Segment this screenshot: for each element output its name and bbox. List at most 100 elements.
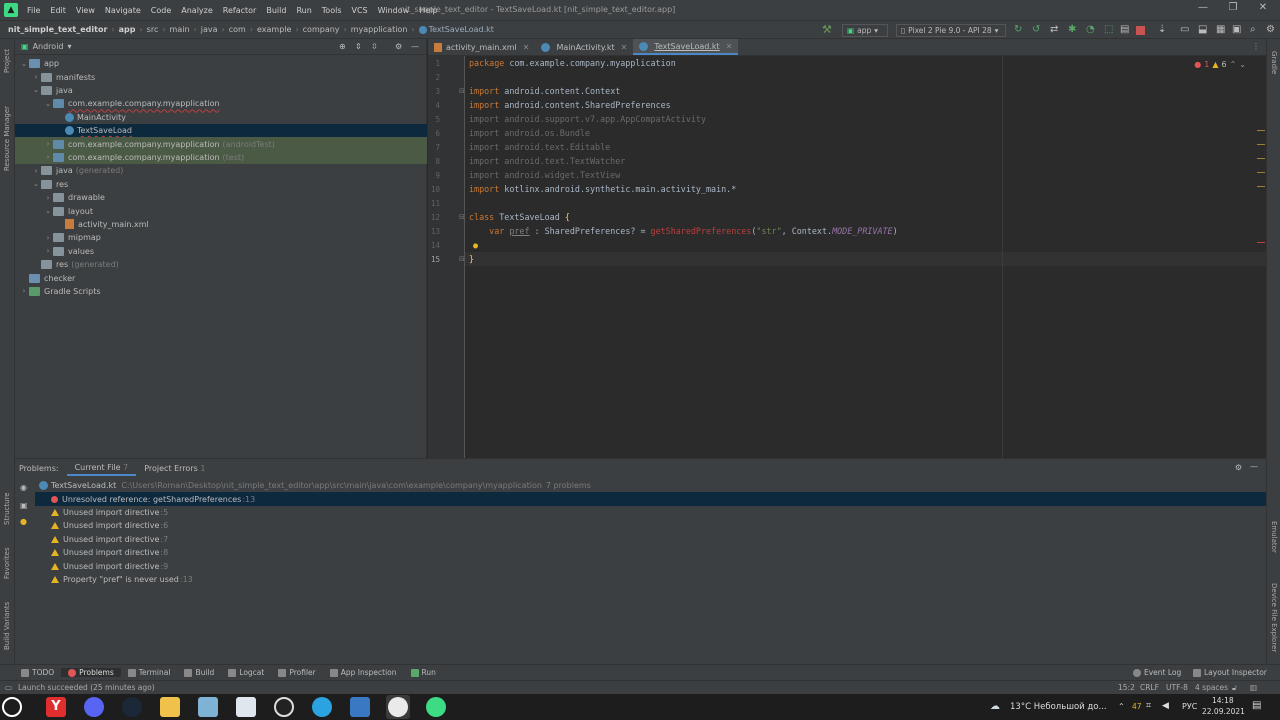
tree-item-values[interactable]: › values [15,245,427,258]
tool-app-inspection[interactable]: App Inspection [323,668,404,677]
chevron-down-icon[interactable]: ⌄ [1239,60,1246,69]
tree-item-manifests[interactable]: › manifests [15,70,427,83]
hammer-icon[interactable]: ⚒ [822,23,833,36]
tree-item-layout[interactable]: ⌄ layout [15,204,427,217]
close-icon[interactable]: ✕ [523,43,530,52]
problem-item[interactable]: Unused import directive:8 [35,546,1266,559]
preview-icon[interactable]: ▣ [20,501,28,510]
caret-position[interactable]: 15:2 [1118,683,1135,692]
menu-refactor[interactable]: Refactor [218,6,262,15]
tray-count[interactable]: 47 [1132,702,1142,711]
eye-icon[interactable]: ◉ [20,483,27,492]
crumb-myapplication[interactable]: myapplication [351,25,408,34]
tree-item-package[interactable]: ⌄ com.example.company.myapplication [15,97,427,110]
crumb-app[interactable]: app [119,25,136,34]
menu-edit[interactable]: Edit [45,6,71,15]
apply-code-changes-icon[interactable]: ⇄ [1050,24,1061,35]
favorites-tool-tab[interactable]: Favorites [3,547,11,579]
lightbulb-icon[interactable]: ● [20,517,27,526]
volume-icon[interactable]: ◀ [1162,701,1169,711]
collapse-all-icon[interactable]: ⇳ [371,42,378,51]
structure-icon[interactable]: ▦ [1216,24,1227,35]
menu-code[interactable]: Code [146,6,176,15]
attach-debugger-icon[interactable]: ⬚ [1104,24,1115,35]
tree-item-java[interactable]: ⌄ java [15,84,427,97]
problem-item[interactable]: Unused import directive:6 [35,519,1266,532]
notepad-icon[interactable] [198,697,218,717]
tab-project-errors[interactable]: Project Errors 1 [136,462,213,475]
network-icon[interactable]: ⌗ [1146,701,1151,711]
warning-stripe[interactable] [1257,158,1265,159]
stop-icon[interactable] [1136,26,1145,35]
device-file-explorer-tool-tab[interactable]: Device File Explorer [1270,583,1278,652]
expand-all-icon[interactable]: ⇕ [355,42,362,51]
chevron-up-icon[interactable]: ⌃ [1230,60,1237,69]
fold-icon[interactable]: ⊟ [459,255,465,263]
tool-layout-inspector[interactable]: Layout Inspector [1186,668,1274,677]
warning-stripe[interactable] [1257,186,1265,187]
tool-event-log[interactable]: Event Log [1126,668,1188,677]
crumb-main[interactable]: main [170,25,190,34]
tree-item-activity-main-xml[interactable]: activity_main.xml [15,218,427,231]
project-view-select[interactable]: Android [33,42,64,51]
rerun-icon[interactable]: ↻ [1014,24,1025,35]
clock-date[interactable]: 22.09.2021 [1202,707,1245,716]
tree-item-res[interactable]: ⌄ res [15,178,427,191]
tab-textsaveload-kt[interactable]: TextSaveLoad.kt ✕ [633,39,739,55]
file-explorer-icon[interactable] [160,697,180,717]
profile-icon[interactable]: ◔ [1086,24,1097,35]
fold-icon[interactable]: ⊟ [459,87,465,95]
hide-panel-icon[interactable]: — [411,42,419,51]
warning-stripe[interactable] [1257,130,1265,131]
menu-vcs[interactable]: VCS [347,6,373,15]
resource-manager-tool-tab[interactable]: Resource Manager [3,106,11,171]
tree-item-java-generated[interactable]: › java (generated) [15,164,427,177]
structure-tool-tab[interactable]: Structure [3,492,11,525]
gear-icon[interactable]: ⚙ [1235,463,1242,472]
close-icon[interactable]: ✕ [726,42,733,51]
discord-icon[interactable] [84,697,104,717]
fold-icon[interactable]: ⊟ [459,213,465,221]
gradle-sync-icon[interactable]: ⇣ [1158,24,1169,35]
error-stripe[interactable] [1257,242,1265,243]
problem-item[interactable]: Unused import directive:5 [35,506,1266,519]
crumb-java[interactable]: java [201,25,218,34]
status-message[interactable]: Launch succeeded (25 minutes ago) [18,683,155,692]
settings-icon[interactable]: ⚙ [1266,24,1277,35]
tool-run[interactable]: Run [404,668,443,677]
tab-activity-main-xml[interactable]: activity_main.xml ✕ [428,39,535,55]
tree-item-checker[interactable]: checker [15,271,427,284]
tool-terminal[interactable]: Terminal [121,668,178,677]
menu-view[interactable]: View [71,6,100,15]
indent-setting[interactable]: 4 spaces [1195,683,1228,692]
start-icon[interactable] [2,697,22,717]
menu-navigate[interactable]: Navigate [100,6,146,15]
apply-changes-icon[interactable]: ↺ [1032,24,1043,35]
emulator-tool-tab[interactable]: Emulator [1270,521,1278,553]
remote-desktop-icon[interactable] [350,697,370,717]
lock-icon[interactable]: 🔓︎ [1232,683,1237,693]
tree-item-res-generated[interactable]: res (generated) [15,258,427,271]
tree-item-textsaveload[interactable]: TextSaveLoad [15,124,427,138]
tool-todo[interactable]: TODO [14,668,61,677]
problem-item[interactable]: Unused import directive:7 [35,533,1266,546]
search-icon[interactable]: ⌕ [1250,24,1261,35]
hide-panel-icon[interactable]: — [1250,462,1258,471]
language-indicator[interactable]: РУС [1182,702,1197,711]
android-studio-2-icon[interactable] [426,697,446,717]
maximize-icon[interactable]: ❐ [1218,2,1248,18]
crumb-company[interactable]: company [303,25,340,34]
problems-file-row[interactable]: TextSaveLoad.kt C:\Users\Roman\Desktop\n… [39,479,1270,492]
ide-layout-icon[interactable]: ▣ [1232,24,1243,35]
gear-icon[interactable]: ⚙ [395,42,402,51]
tool-profiler[interactable]: Profiler [271,668,322,677]
tree-item-package-test[interactable]: › com.example.company.myapplication (test) [15,150,427,165]
calculator-icon[interactable] [236,697,256,717]
crumb-src[interactable]: src [147,25,159,34]
build-variants-tool-tab[interactable]: Build Variants [3,602,11,650]
tree-item-mipmap[interactable]: › mipmap [15,231,427,244]
menu-build[interactable]: Build [261,6,291,15]
device-select[interactable]: ▯ Pixel 2 Pie 9.0 - API 28 ▾ [896,24,1006,37]
tool-build[interactable]: Build [177,668,221,677]
line-separator[interactable]: CRLF [1140,683,1159,692]
